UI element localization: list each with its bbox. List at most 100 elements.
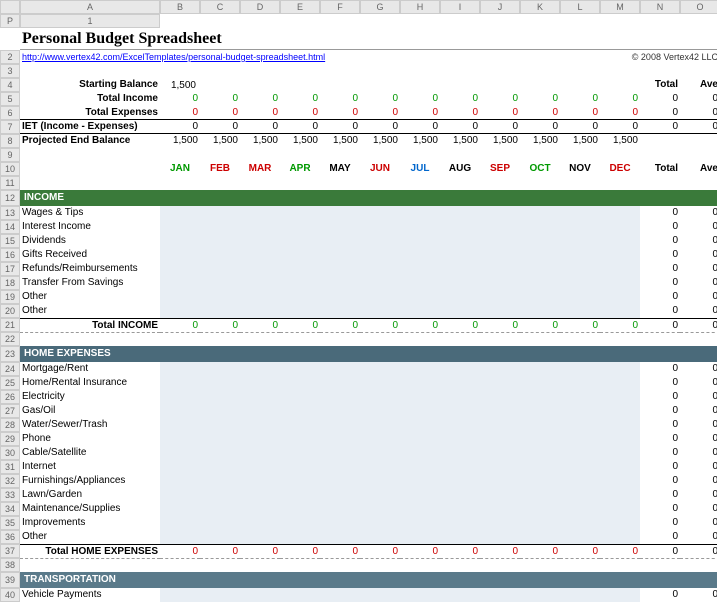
cell-input[interactable]	[440, 446, 480, 460]
cell-val[interactable]: 0	[440, 120, 480, 134]
cell-input[interactable]	[400, 588, 440, 602]
cell-input[interactable]	[280, 234, 320, 248]
cell-input[interactable]	[320, 488, 360, 502]
cell-input[interactable]	[320, 460, 360, 474]
col-A[interactable]: A	[20, 0, 160, 14]
cell-input[interactable]	[200, 234, 240, 248]
cell-val[interactable]: 1,500	[280, 134, 320, 148]
cell-input[interactable]	[600, 530, 640, 544]
cell-input[interactable]	[160, 404, 200, 418]
cell-input[interactable]	[360, 206, 400, 220]
cell-input[interactable]	[600, 418, 640, 432]
cell-val[interactable]: 0	[240, 92, 280, 106]
line-item[interactable]: Maintenance/Supplies	[20, 502, 160, 516]
cell-input[interactable]	[480, 404, 520, 418]
cell-input[interactable]	[600, 304, 640, 318]
cell-input[interactable]	[280, 376, 320, 390]
cell-input[interactable]	[480, 446, 520, 460]
row-num[interactable]: 13	[0, 206, 20, 220]
cell-input[interactable]	[360, 276, 400, 290]
cell-input[interactable]	[400, 390, 440, 404]
cell-input[interactable]	[600, 248, 640, 262]
cell-input[interactable]	[240, 376, 280, 390]
cell-input[interactable]	[160, 530, 200, 544]
cell-input[interactable]	[320, 502, 360, 516]
cell-input[interactable]	[600, 446, 640, 460]
row-num[interactable]: 3	[0, 64, 20, 78]
cell-input[interactable]	[280, 220, 320, 234]
cell-input[interactable]	[280, 530, 320, 544]
cell-val[interactable]: 1,500	[320, 134, 360, 148]
cell-val[interactable]: 0	[560, 120, 600, 134]
cell-input[interactable]	[240, 530, 280, 544]
row-num[interactable]: 31	[0, 460, 20, 474]
row-num[interactable]: 10	[0, 162, 20, 176]
col-N[interactable]: N	[640, 0, 680, 14]
cell-input[interactable]	[560, 276, 600, 290]
cell-input[interactable]	[200, 530, 240, 544]
cell-val[interactable]: 0	[400, 106, 440, 120]
cell-input[interactable]	[280, 206, 320, 220]
row-num[interactable]: 22	[0, 332, 20, 346]
cell-input[interactable]	[440, 474, 480, 488]
cell-input[interactable]	[560, 362, 600, 376]
row-num[interactable]: 12	[0, 190, 20, 206]
starting-balance-input[interactable]	[160, 78, 200, 92]
cell-input[interactable]	[440, 516, 480, 530]
cell-input[interactable]	[520, 516, 560, 530]
cell-input[interactable]	[320, 248, 360, 262]
cell-val[interactable]: 0	[160, 120, 200, 134]
cell-input[interactable]	[560, 588, 600, 602]
cell-input[interactable]	[160, 362, 200, 376]
row-num[interactable]: 39	[0, 572, 20, 588]
cell-input[interactable]	[440, 404, 480, 418]
cell-input[interactable]	[440, 376, 480, 390]
line-item[interactable]: Other	[20, 290, 160, 304]
line-item[interactable]: Home/Rental Insurance	[20, 376, 160, 390]
cell-val[interactable]: 1,500	[560, 134, 600, 148]
cell-input[interactable]	[600, 516, 640, 530]
line-item[interactable]: Transfer From Savings	[20, 276, 160, 290]
cell-input[interactable]	[160, 276, 200, 290]
row-num[interactable]: 11	[0, 176, 20, 190]
cell-input[interactable]	[360, 446, 400, 460]
cell-input[interactable]	[240, 588, 280, 602]
cell-input[interactable]	[400, 362, 440, 376]
cell-input[interactable]	[200, 404, 240, 418]
cell-val[interactable]: 1,500	[200, 134, 240, 148]
cell-input[interactable]	[480, 418, 520, 432]
cell-input[interactable]	[280, 502, 320, 516]
row-num[interactable]: 34	[0, 502, 20, 516]
cell-input[interactable]	[520, 304, 560, 318]
cell-val[interactable]: 0	[480, 92, 520, 106]
cell-input[interactable]	[480, 460, 520, 474]
row-num[interactable]: 28	[0, 418, 20, 432]
row-num[interactable]: 23	[0, 346, 20, 362]
cell-input[interactable]	[480, 234, 520, 248]
cell-input[interactable]	[520, 432, 560, 446]
cell-input[interactable]	[560, 516, 600, 530]
cell-input[interactable]	[400, 248, 440, 262]
cell-val[interactable]: 0	[600, 92, 640, 106]
cell-input[interactable]	[360, 220, 400, 234]
cell-input[interactable]	[240, 206, 280, 220]
cell-input[interactable]	[520, 530, 560, 544]
cell-input[interactable]	[600, 502, 640, 516]
row-num[interactable]: 8	[0, 134, 20, 148]
line-item[interactable]: Gas/Oil	[20, 404, 160, 418]
cell-input[interactable]	[240, 234, 280, 248]
cell-input[interactable]	[560, 432, 600, 446]
cell-input[interactable]	[480, 516, 520, 530]
cell-input[interactable]	[400, 276, 440, 290]
row-num[interactable]: 40	[0, 588, 20, 602]
cell-input[interactable]	[480, 530, 520, 544]
cell-input[interactable]	[320, 390, 360, 404]
cell-val[interactable]: 0	[400, 92, 440, 106]
cell-input[interactable]	[280, 516, 320, 530]
cell-input[interactable]	[600, 234, 640, 248]
cell-input[interactable]	[480, 262, 520, 276]
line-item[interactable]: Vehicle Payments	[20, 588, 160, 602]
cell-input[interactable]	[400, 304, 440, 318]
col-M[interactable]: M	[600, 0, 640, 14]
row-num[interactable]: 5	[0, 92, 20, 106]
